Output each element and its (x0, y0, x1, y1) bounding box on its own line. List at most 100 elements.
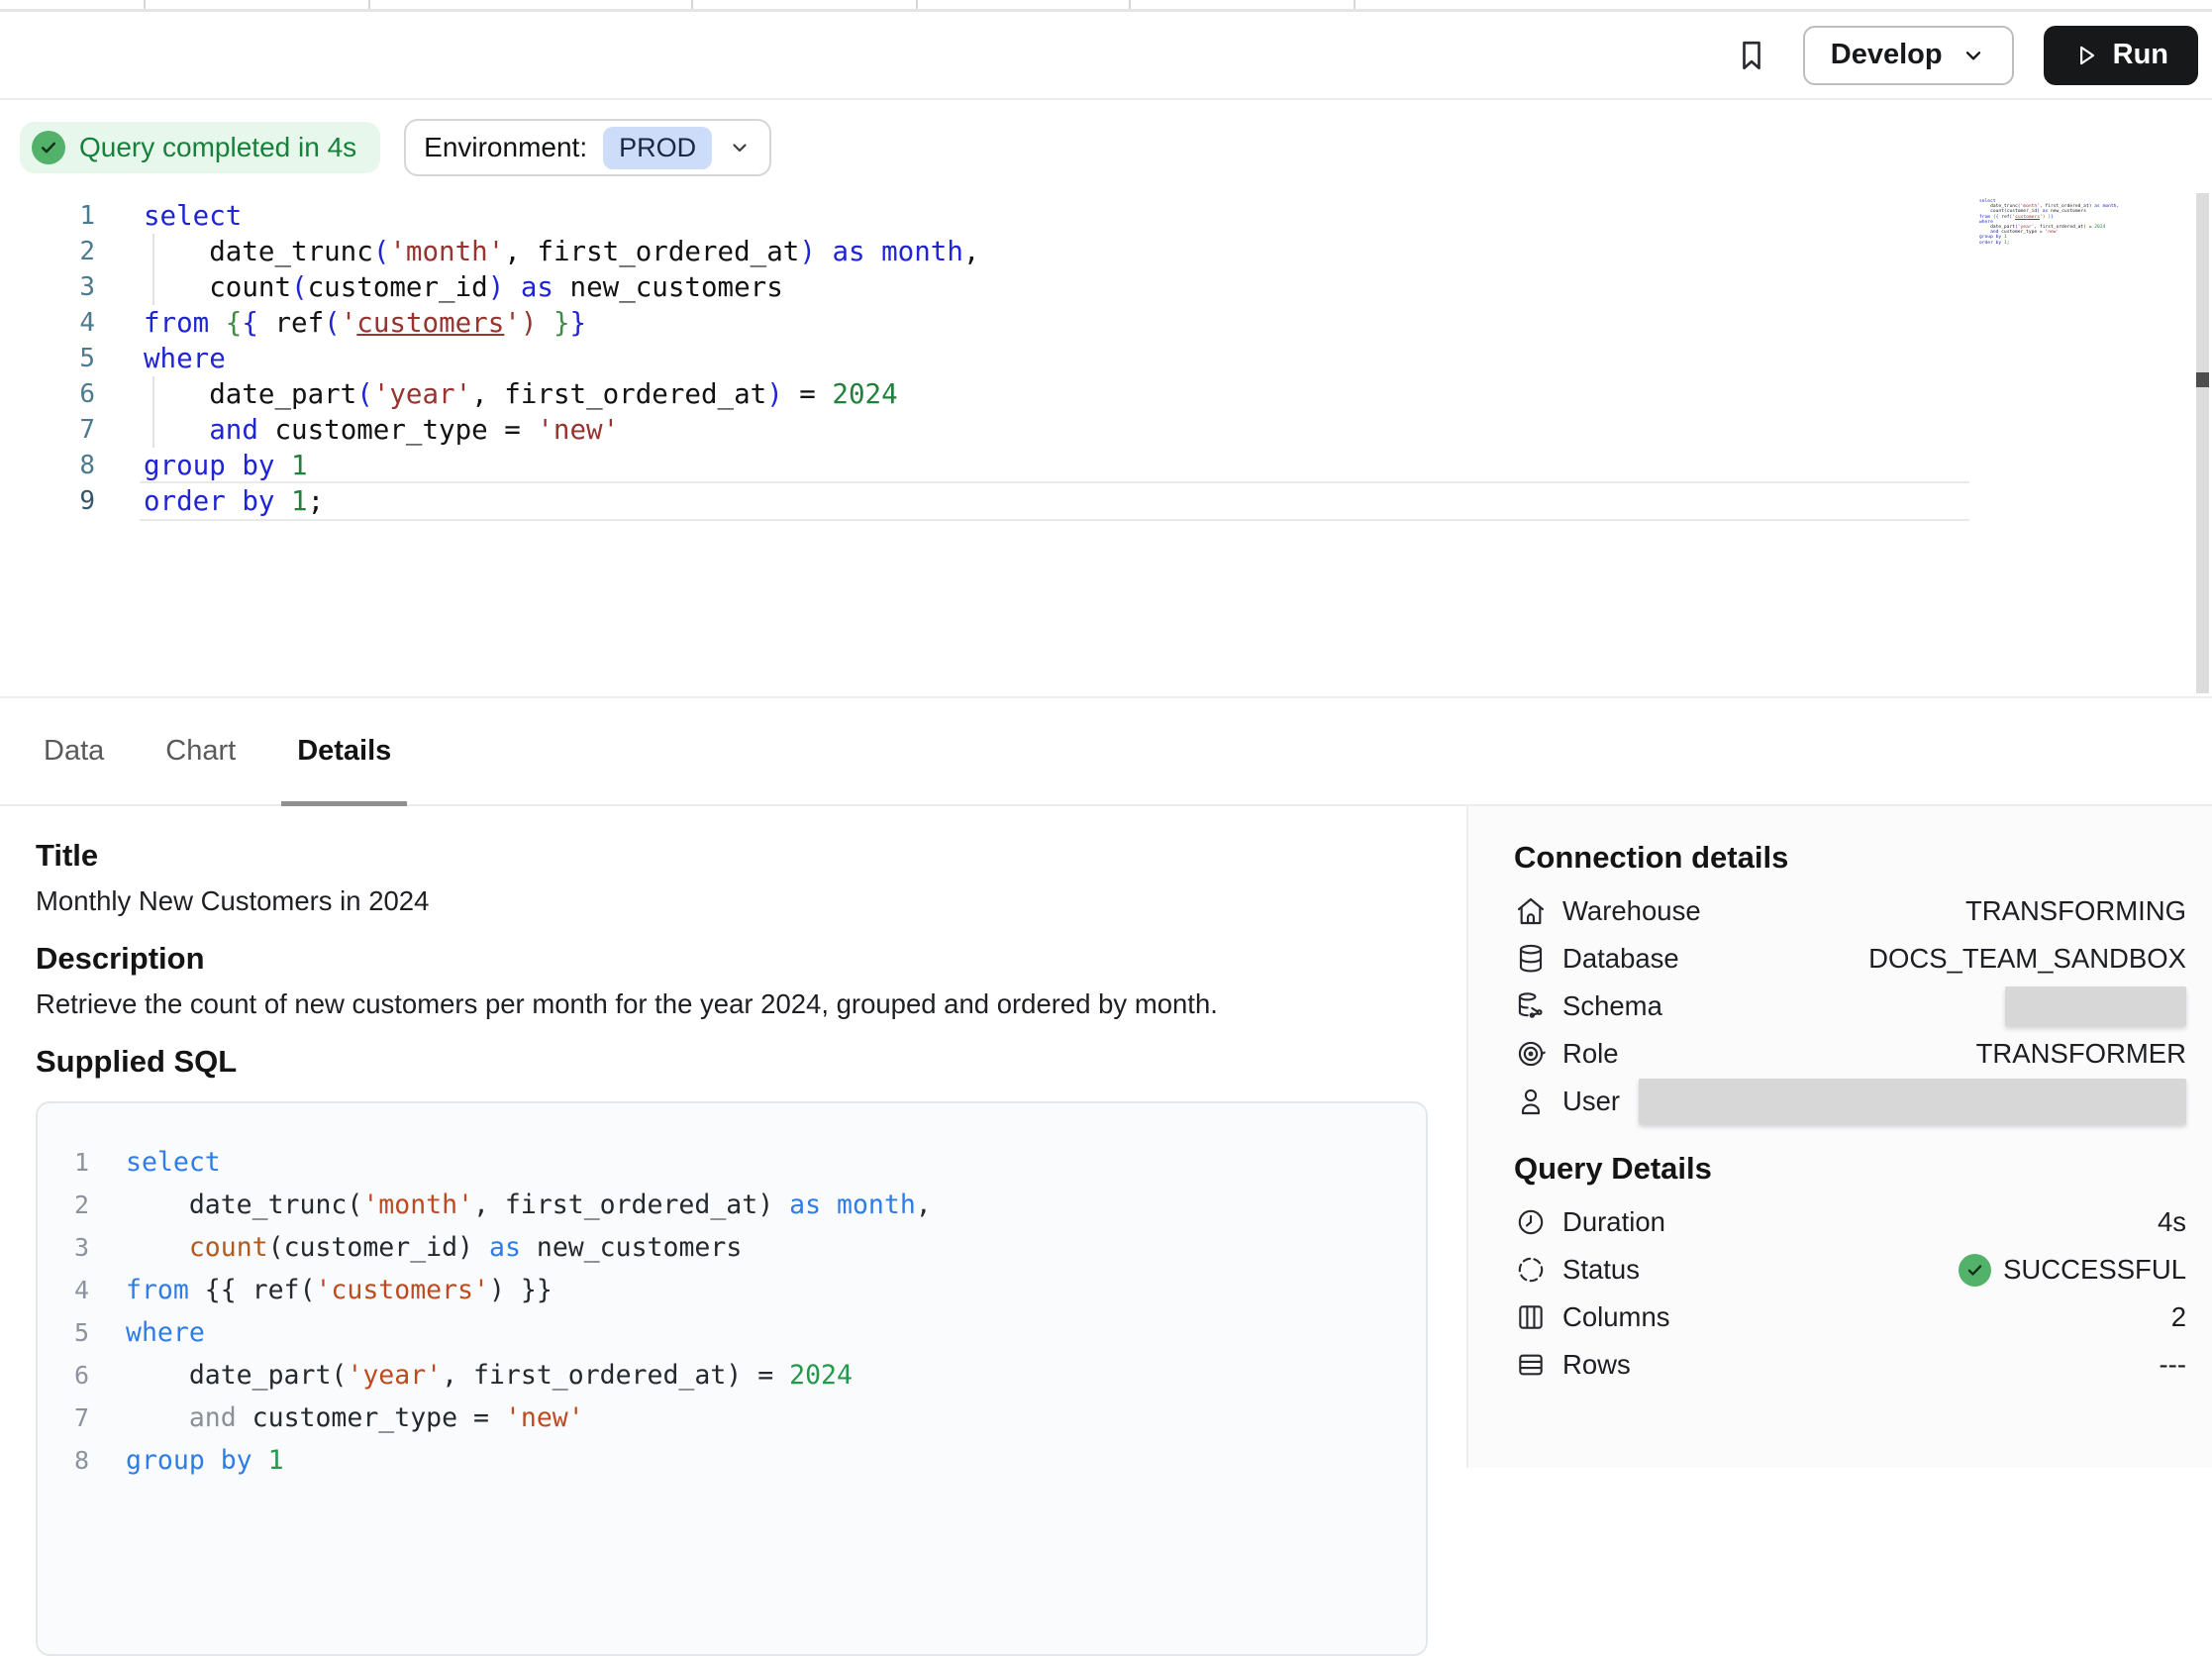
code-text: select (89, 1141, 221, 1184)
description-value: Retrieve the count of new customers per … (36, 988, 1218, 1020)
tab-divider (368, 0, 370, 9)
code-text: from {{ ref('customers') }} (89, 1269, 553, 1311)
title-value: Monthly New Customers in 2024 (36, 885, 429, 917)
row-label: Schema (1562, 990, 2005, 1022)
row-value: 4s (2158, 1206, 2186, 1238)
query-detail-row: Duration4s (1514, 1198, 2186, 1246)
query-detail-row: StatusSUCCESSFUL (1514, 1246, 2186, 1294)
connection-detail-row: WarehouseTRANSFORMING (1514, 887, 2186, 935)
connection-detail-row: RoleTRANSFORMER (1514, 1030, 2186, 1078)
supplied-sql-line: 6 date_part('year', first_ordered_at) = … (38, 1354, 1426, 1397)
develop-button[interactable]: Develop (1803, 26, 2014, 85)
connection-detail-row: DatabaseDOCS_TEAM_SANDBOX (1514, 935, 2186, 983)
editor-line[interactable]: 9order by 1; (0, 483, 979, 519)
toolbar: Develop Run (0, 12, 2212, 100)
editor-scrollbar[interactable] (2196, 193, 2209, 693)
editor-line[interactable]: 1select (0, 198, 979, 234)
code-text[interactable]: select (95, 198, 242, 234)
editor-line[interactable]: 7 and customer_type = 'new' (0, 412, 979, 448)
connection-details-heading: Connection details (1514, 840, 2186, 876)
redacted-value (2005, 986, 2186, 1026)
query-details-heading: Query Details (1514, 1151, 2186, 1187)
line-number: 7 (0, 412, 95, 448)
tab-divider (144, 0, 146, 9)
code-text[interactable]: from {{ ref('customers') }} (95, 305, 586, 341)
supplied-sql-line: 4from {{ ref('customers') }} (38, 1269, 1426, 1311)
rows-icon (1514, 1348, 1548, 1382)
tab-divider (916, 0, 918, 9)
warehouse-icon (1514, 894, 1548, 928)
row-label: Status (1562, 1254, 1959, 1286)
schema-icon (1514, 989, 1548, 1023)
tab-details[interactable]: Details (291, 698, 397, 804)
query-status-text: Query completed in 4s (79, 132, 356, 163)
run-button[interactable]: Run (2044, 26, 2198, 85)
editor-line[interactable]: 3 count(customer_id) as new_customers (0, 269, 979, 305)
line-number: 5 (38, 1311, 89, 1354)
line-number: 8 (0, 448, 95, 483)
row-label: Columns (1562, 1301, 2171, 1333)
line-number: 1 (38, 1141, 89, 1184)
line-number: 2 (38, 1184, 89, 1226)
line-number: 3 (38, 1226, 89, 1269)
row-label: Warehouse (1562, 895, 1965, 927)
description-heading: Description (36, 941, 205, 977)
tab-chart[interactable]: Chart (159, 698, 242, 804)
code-text: group by 1 (89, 1439, 284, 1482)
row-value: --- (2160, 1349, 2186, 1381)
environment-select[interactable]: Environment: PROD (404, 119, 771, 176)
bookmark-icon (1734, 35, 1769, 76)
row-label: Database (1562, 943, 1868, 975)
environment-label: Environment: (424, 132, 587, 163)
connection-detail-row: Schema (1514, 983, 2186, 1030)
supplied-sql-line: 3 count(customer_id) as new_customers (38, 1226, 1426, 1269)
check-circle-icon (1959, 1254, 1991, 1287)
code-text[interactable]: count(customer_id) as new_customers (95, 269, 783, 305)
editor-line[interactable]: 2 date_trunc('month', first_ordered_at) … (0, 234, 979, 269)
editor-line[interactable]: 8group by 1 (0, 448, 979, 483)
editor-line[interactable]: 6 date_part('year', first_ordered_at) = … (0, 376, 979, 412)
code-text: where (89, 1311, 205, 1354)
editor-minimap[interactable]: select date_trunc('month', first_ordered… (1979, 199, 2119, 246)
editor-line[interactable]: 5where (0, 341, 979, 376)
chevron-down-icon (1961, 43, 1986, 68)
query-detail-row: Rows--- (1514, 1341, 2186, 1389)
code-text[interactable]: and customer_type = 'new' (95, 412, 619, 448)
line-number: 4 (38, 1269, 89, 1311)
title-heading: Title (36, 838, 98, 874)
details-sidebar: Connection details WarehouseTRANSFORMING… (1466, 806, 2212, 1468)
line-number: 6 (38, 1354, 89, 1397)
redacted-value (1639, 1079, 2186, 1124)
tab-data[interactable]: Data (38, 698, 110, 804)
code-text[interactable]: group by 1 (95, 448, 308, 483)
code-text[interactable]: where (95, 341, 226, 376)
code-text[interactable]: date_part('year', first_ordered_at) = 20… (95, 376, 898, 412)
row-label: Duration (1562, 1206, 2158, 1238)
tab-divider (1129, 0, 1131, 9)
editor-line[interactable]: 4from {{ ref('customers') }} (0, 305, 979, 341)
editor-scrollbar-thumb[interactable] (2196, 372, 2209, 387)
role-icon (1514, 1037, 1548, 1071)
code-text[interactable]: order by 1; (95, 483, 324, 519)
line-number: 2 (0, 234, 95, 269)
row-value: SUCCESSFUL (1959, 1254, 2186, 1287)
tab-divider (691, 0, 693, 9)
line-number: 5 (0, 341, 95, 376)
duration-icon (1514, 1205, 1548, 1239)
tab-divider (1354, 0, 1356, 9)
develop-button-label: Develop (1831, 39, 1943, 71)
supplied-sql-line: 2 date_trunc('month', first_ordered_at) … (38, 1184, 1426, 1226)
query-status-badge: Query completed in 4s (20, 122, 380, 173)
code-text: date_trunc('month', first_ordered_at) as… (89, 1184, 932, 1226)
run-button-label: Run (2113, 39, 2168, 71)
connection-detail-row: User (1514, 1078, 2186, 1125)
play-icon (2073, 43, 2099, 68)
line-number: 6 (0, 376, 95, 412)
sql-editor[interactable]: 1select2 date_trunc('month', first_order… (0, 193, 2212, 696)
supplied-sql-block: 1select2 date_trunc('month', first_order… (36, 1101, 1428, 1656)
status-icon (1514, 1253, 1548, 1287)
code-text[interactable]: date_trunc('month', first_ordered_at) as… (95, 234, 979, 269)
bookmark-button[interactable] (1730, 32, 1773, 79)
user-icon (1514, 1085, 1548, 1118)
code-text: date_part('year', first_ordered_at) = 20… (89, 1354, 853, 1397)
